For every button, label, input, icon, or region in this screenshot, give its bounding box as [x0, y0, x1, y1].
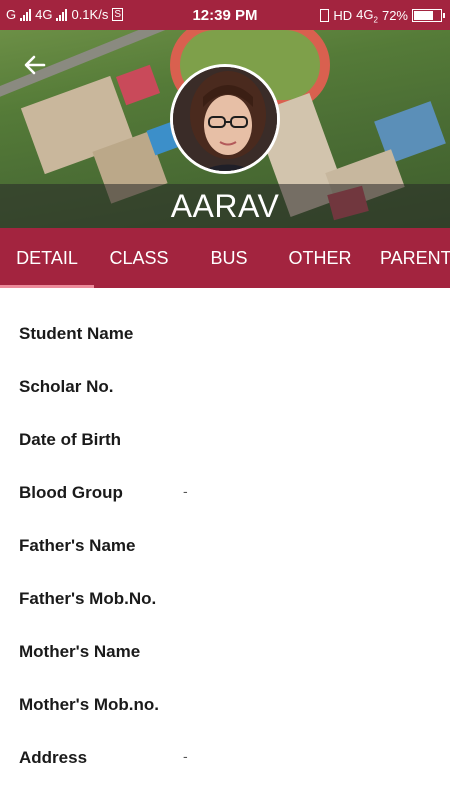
status-bar: G 4G 0.1K/s S 12:39 PM HD 4G2 72% — [0, 0, 450, 30]
detail-row-fathers-name: Father's Name — [0, 500, 450, 555]
detail-row-blood-group: Blood Group - — [0, 447, 450, 502]
battery-saver-icon — [320, 9, 330, 23]
student-name-title: AARAV — [170, 188, 280, 224]
tab-class[interactable]: CLASS — [94, 228, 184, 288]
detail-value: - — [183, 483, 188, 499]
battery-percent: 72% — [381, 8, 408, 24]
detail-row-date-of-birth: Date of Birth — [0, 394, 450, 449]
hd-label: HD — [333, 8, 353, 24]
tab-detail[interactable]: DETAIL — [0, 228, 94, 288]
tab-parent[interactable]: PARENT — [366, 228, 450, 288]
detail-row-student-name: Student Name — [0, 288, 450, 343]
tab-bus[interactable]: BUS — [184, 228, 274, 288]
detail-row-scholar-no: Scholar No. — [0, 341, 450, 396]
network-right-label: 4G2 — [356, 7, 378, 25]
profile-banner: AARAV — [0, 30, 450, 228]
detail-row-mothers-name: Mother's Name — [0, 606, 450, 661]
tab-bar: DETAIL CLASS BUS OTHER PARENT — [0, 228, 450, 288]
detail-row-mothers-mobile: Mother's Mob.no. — [0, 659, 450, 714]
status-right: HD 4G2 72% — [320, 7, 445, 25]
tab-other[interactable]: OTHER — [274, 228, 366, 288]
arrow-left-icon[interactable] — [22, 52, 48, 78]
detail-label: Address — [19, 748, 88, 767]
detail-row-fathers-mobile: Father's Mob.No. — [0, 553, 450, 608]
avatar — [170, 64, 280, 174]
battery-icon — [412, 9, 445, 23]
detail-value: - — [183, 748, 188, 764]
detail-row-address: Address - — [0, 712, 450, 767]
